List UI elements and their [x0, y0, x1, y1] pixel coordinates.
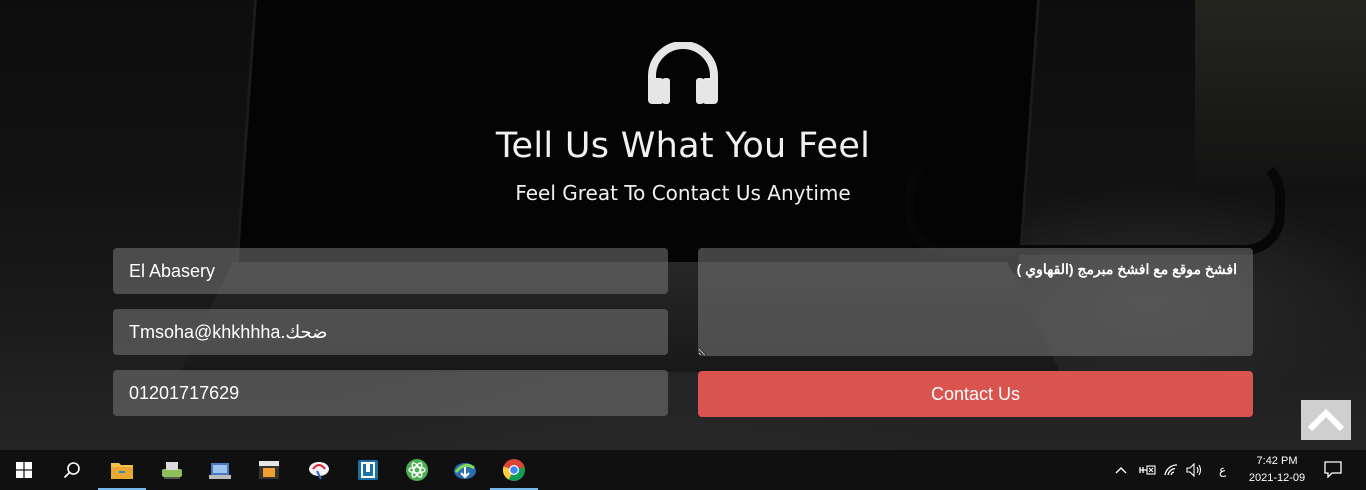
tray-overflow-button[interactable]	[1114, 462, 1128, 478]
file-explorer-icon	[111, 463, 133, 479]
taskbar: ع 7:42 PM 2021-12-09	[0, 450, 1366, 490]
page-subtitle: Feel Great To Contact Us Anytime	[515, 181, 851, 205]
app-icon	[454, 463, 476, 479]
wifi-icon	[1164, 464, 1178, 476]
taskbar-app-1[interactable]	[148, 450, 196, 490]
app-icon	[309, 462, 329, 480]
app-icon	[358, 460, 378, 480]
headphones-icon	[648, 42, 718, 104]
power-plug-icon	[1139, 465, 1156, 475]
app-icon	[259, 461, 279, 479]
tray-wifi[interactable]	[1163, 462, 1181, 478]
taskbar-app-3[interactable]	[245, 450, 293, 490]
taskbar-app-2[interactable]	[196, 450, 244, 490]
clock[interactable]: 7:42 PM 2021-12-09	[1240, 453, 1314, 487]
taskbar-chrome[interactable]	[490, 450, 538, 490]
app-icon	[209, 463, 231, 479]
scroll-to-top-button[interactable]	[1301, 400, 1351, 440]
volume-icon	[1186, 463, 1202, 477]
page-title: Tell Us What You Feel	[495, 126, 871, 166]
chevron-up-icon	[1115, 467, 1127, 474]
contact-section: Tell Us What You Feel Feel Great To Cont…	[0, 0, 1366, 450]
app-icon	[162, 462, 182, 479]
taskbar-file-explorer[interactable]	[98, 450, 146, 490]
taskbar-app-5[interactable]	[344, 450, 392, 490]
language-indicator[interactable]: ع	[1219, 463, 1226, 477]
taskbar-app-4[interactable]	[295, 450, 343, 490]
search-icon	[63, 462, 80, 479]
atom-icon	[406, 459, 428, 481]
email-field[interactable]	[113, 309, 668, 355]
clock-time: 7:42 PM	[1256, 455, 1298, 467]
tray-volume[interactable]	[1186, 462, 1204, 478]
search-button[interactable]	[48, 450, 96, 490]
action-center-button[interactable]	[1324, 461, 1342, 478]
message-field[interactable]: افشخ موقع مع افشخ مبرمج (القهاوي )	[698, 248, 1253, 356]
taskbar-atom[interactable]	[393, 450, 441, 490]
name-field[interactable]	[113, 248, 668, 294]
start-button[interactable]	[0, 450, 48, 490]
contact-us-button[interactable]: Contact Us	[698, 371, 1253, 417]
chevron-up-icon	[1307, 408, 1345, 432]
phone-field[interactable]	[113, 370, 668, 416]
notification-icon	[1324, 461, 1342, 478]
clock-date: 2021-12-09	[1248, 472, 1306, 484]
windows-start-icon	[16, 462, 32, 478]
taskbar-app-6[interactable]	[441, 450, 489, 490]
tray-power[interactable]	[1138, 462, 1156, 478]
chrome-icon	[502, 459, 525, 481]
